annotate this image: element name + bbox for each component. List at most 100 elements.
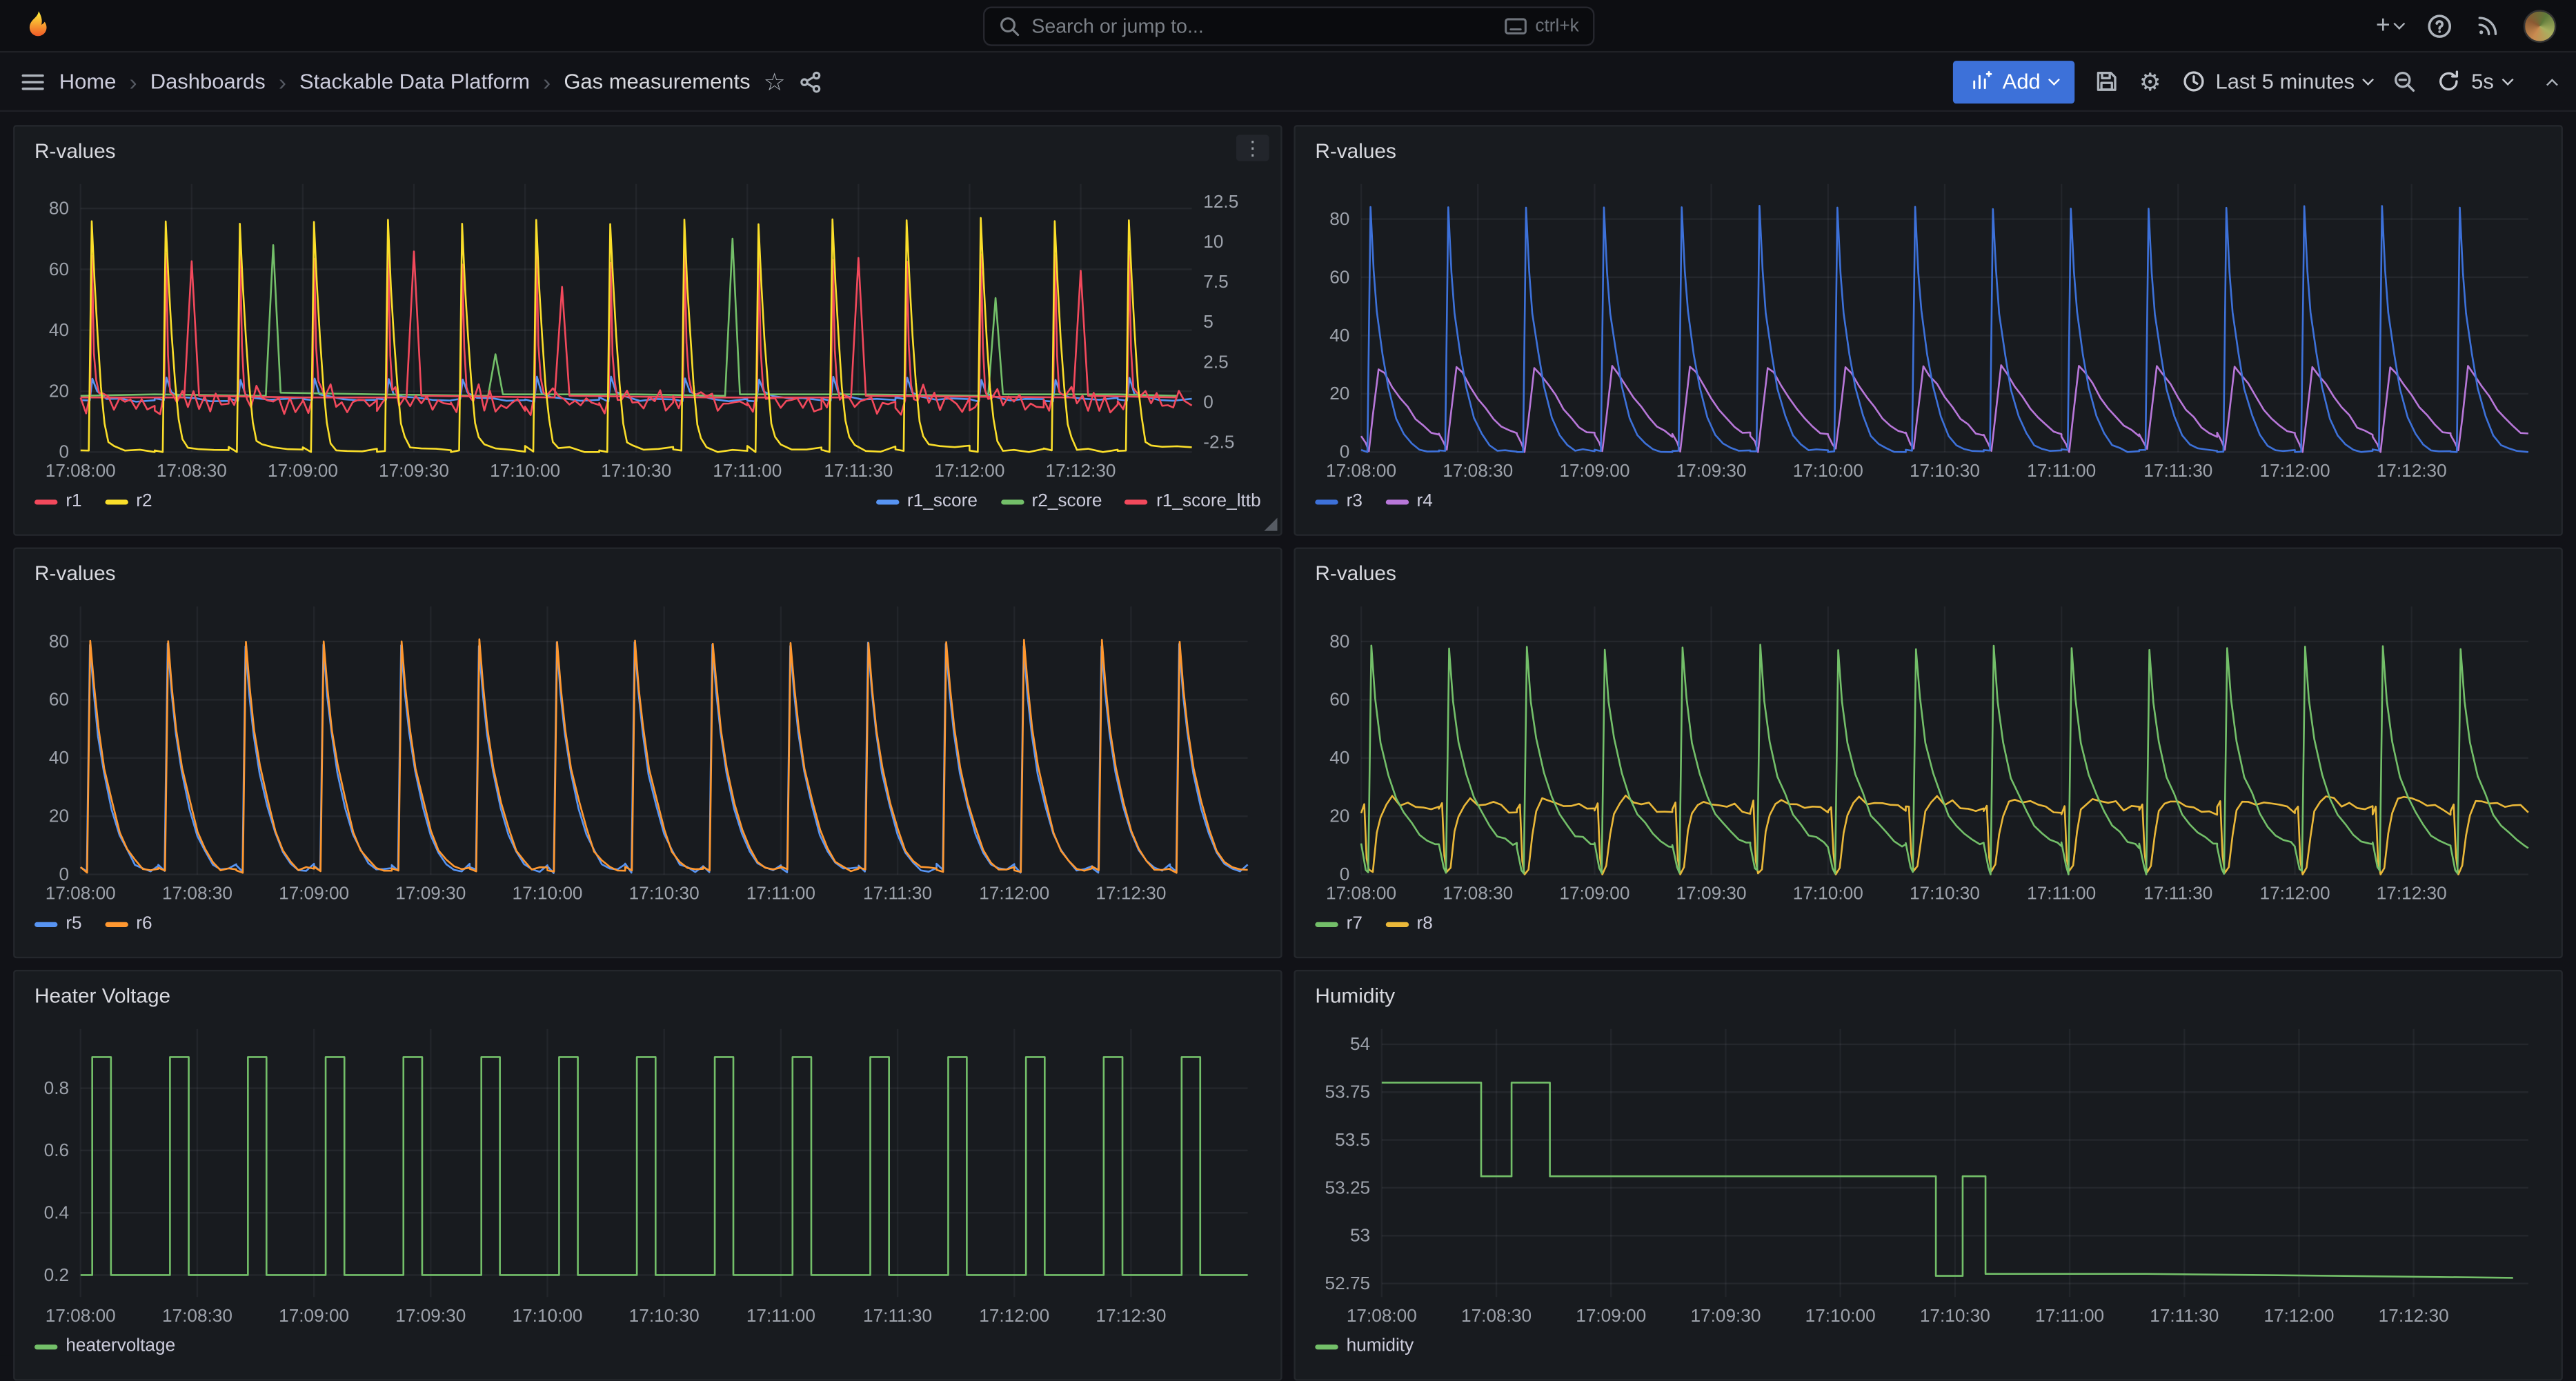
panel-header[interactable]: R-values xyxy=(31,557,1264,590)
help-button[interactable] xyxy=(2426,12,2453,39)
svg-text:17:11:30: 17:11:30 xyxy=(824,460,893,481)
chart-svg[interactable]: 020406080-2.502.557.51012.517:08:0017:08… xyxy=(31,168,1264,485)
svg-text:17:08:00: 17:08:00 xyxy=(46,882,116,903)
gear-icon: ⚙ xyxy=(2139,67,2161,97)
breadcrumb-dashboard-title[interactable]: Gas measurements xyxy=(564,69,750,94)
search-icon xyxy=(997,14,1020,37)
svg-text:0.6: 0.6 xyxy=(44,1140,69,1160)
chart-area[interactable]: 020406080-2.502.557.51012.517:08:0017:08… xyxy=(31,168,1264,485)
legend-item-r1_score[interactable]: r1_score xyxy=(876,491,978,511)
svg-text:17:11:30: 17:11:30 xyxy=(863,882,932,903)
zoom-out-time-button[interactable] xyxy=(2392,69,2417,94)
breadcrumb-dashboards[interactable]: Dashboards xyxy=(150,69,266,94)
svg-text:40: 40 xyxy=(49,319,69,340)
legend-item-r1_score_lttb[interactable]: r1_score_lttb xyxy=(1125,491,1261,511)
legend-item-heatervoltage[interactable]: heatervoltage xyxy=(34,1336,175,1356)
chart-area[interactable]: 52.755353.2553.553.755417:08:0017:08:301… xyxy=(1312,1013,2545,1330)
legend-item-r3[interactable]: r3 xyxy=(1315,491,1363,511)
chart-svg[interactable]: 52.755353.2553.553.755417:08:0017:08:301… xyxy=(1312,1013,2545,1330)
svg-text:0.2: 0.2 xyxy=(44,1264,69,1285)
svg-text:0.4: 0.4 xyxy=(44,1202,69,1223)
legend-item-r5[interactable]: r5 xyxy=(34,914,82,934)
svg-text:17:10:30: 17:10:30 xyxy=(1910,882,1980,903)
dashboard-grid: R-values ⋮ 020406080-2.502.557.51012.517… xyxy=(0,112,2576,1381)
svg-text:17:12:30: 17:12:30 xyxy=(2377,882,2447,903)
new-button[interactable]: + xyxy=(2376,13,2404,38)
svg-text:53.75: 53.75 xyxy=(1325,1082,1371,1102)
panel-title[interactable]: Heater Voltage xyxy=(34,984,170,1007)
svg-text:17:08:30: 17:08:30 xyxy=(1443,460,1513,481)
menu-toggle-button[interactable] xyxy=(20,68,46,95)
refresh-icon xyxy=(2437,69,2461,94)
svg-text:17:12:30: 17:12:30 xyxy=(1096,1305,1166,1326)
svg-text:0: 0 xyxy=(1340,441,1350,462)
legend-item-r6[interactable]: r6 xyxy=(105,914,152,934)
chart-area[interactable]: 02040608017:08:0017:08:3017:09:0017:09:3… xyxy=(31,590,1264,907)
svg-text:0: 0 xyxy=(59,441,70,462)
chart-svg[interactable]: 02040608017:08:0017:08:3017:09:0017:09:3… xyxy=(1312,590,2545,907)
svg-text:40: 40 xyxy=(1329,747,1349,768)
legend-label: r1_score_lttb xyxy=(1156,491,1261,511)
top-nav: Search or jump to... ctrl+k + xyxy=(0,0,2576,52)
svg-text:17:08:30: 17:08:30 xyxy=(157,460,227,481)
svg-text:17:08:30: 17:08:30 xyxy=(1443,882,1513,903)
panel-title[interactable]: R-values xyxy=(1315,140,1396,163)
panel-title[interactable]: Humidity xyxy=(1315,984,1395,1007)
panel-title[interactable]: R-values xyxy=(1315,562,1396,585)
add-button[interactable]: Add xyxy=(1953,60,2075,103)
chart-area[interactable]: 02040608017:08:0017:08:3017:09:0017:09:3… xyxy=(1312,590,2545,907)
svg-text:17:09:30: 17:09:30 xyxy=(1676,882,1747,903)
panel-header[interactable]: Humidity xyxy=(1312,980,2545,1013)
breadcrumb: Home › Dashboards › Stackable Data Platf… xyxy=(59,69,751,94)
dashboard-settings-button[interactable]: ⚙ xyxy=(2139,67,2161,97)
time-range-picker[interactable]: Last 5 minutes xyxy=(2181,69,2372,94)
legend: humidity xyxy=(1312,1330,2545,1369)
favorite-star-button[interactable]: ☆ xyxy=(764,67,786,97)
legend-item-r2[interactable]: r2 xyxy=(105,491,152,511)
breadcrumb-home[interactable]: Home xyxy=(59,69,117,94)
svg-text:17:09:00: 17:09:00 xyxy=(279,882,349,903)
panel-resize-handle[interactable] xyxy=(1264,518,1277,531)
chart-svg[interactable]: 0.20.40.60.817:08:0017:08:3017:09:0017:0… xyxy=(31,1013,1264,1330)
svg-text:0: 0 xyxy=(1203,392,1213,413)
zoom-out-icon xyxy=(2392,69,2417,94)
svg-text:17:09:00: 17:09:00 xyxy=(1576,1305,1646,1326)
news-button[interactable] xyxy=(2476,13,2501,38)
breadcrumb-folder[interactable]: Stackable Data Platform xyxy=(299,69,530,94)
panel-title[interactable]: R-values xyxy=(34,562,116,585)
legend-item-r2_score[interactable]: r2_score xyxy=(1000,491,1102,511)
save-icon xyxy=(2094,69,2119,94)
svg-text:17:11:00: 17:11:00 xyxy=(2035,1305,2104,1326)
chevron-down-icon xyxy=(2363,73,2375,85)
chart-svg[interactable]: 02040608017:08:0017:08:3017:09:0017:09:3… xyxy=(1312,168,2545,485)
panel-title[interactable]: R-values xyxy=(34,140,116,163)
chevron-right-icon: › xyxy=(130,70,137,92)
panel-header[interactable]: R-values xyxy=(1312,135,2545,168)
chart-area[interactable]: 0.20.40.60.817:08:0017:08:3017:09:0017:0… xyxy=(31,1013,1264,1330)
user-avatar[interactable] xyxy=(2524,9,2557,42)
legend: r1 r2 r1_score r2_score r1_score_lttb xyxy=(31,485,1264,524)
save-dashboard-button[interactable] xyxy=(2094,69,2119,94)
panel-header[interactable]: R-values xyxy=(31,135,1264,168)
chart-svg[interactable]: 02040608017:08:0017:08:3017:09:0017:09:3… xyxy=(31,590,1264,907)
panel-header[interactable]: Heater Voltage xyxy=(31,980,1264,1013)
legend-item-humidity[interactable]: humidity xyxy=(1315,1336,1414,1356)
legend-item-r1[interactable]: r1 xyxy=(34,491,82,511)
refresh-picker[interactable]: 5s xyxy=(2437,69,2512,94)
chart-area[interactable]: 02040608017:08:0017:08:3017:09:0017:09:3… xyxy=(1312,168,2545,485)
panel-menu-button[interactable]: ⋮ xyxy=(1236,135,1269,161)
svg-text:60: 60 xyxy=(49,689,69,710)
legend-item-r4[interactable]: r4 xyxy=(1385,491,1433,511)
collapse-toolbar-button[interactable] xyxy=(2548,74,2556,88)
grafana-logo-icon[interactable] xyxy=(20,8,55,43)
legend-label: r5 xyxy=(66,914,81,934)
legend-marker xyxy=(105,922,128,926)
legend-label: r1_score xyxy=(907,491,978,511)
panel-header[interactable]: R-values xyxy=(1312,557,2545,590)
share-button[interactable] xyxy=(799,70,822,92)
legend-item-r8[interactable]: r8 xyxy=(1385,914,1433,934)
svg-text:17:11:30: 17:11:30 xyxy=(863,1305,932,1326)
legend-item-r7[interactable]: r7 xyxy=(1315,914,1363,934)
search-input[interactable]: Search or jump to... ctrl+k xyxy=(982,7,1594,46)
svg-text:17:10:00: 17:10:00 xyxy=(490,460,560,481)
